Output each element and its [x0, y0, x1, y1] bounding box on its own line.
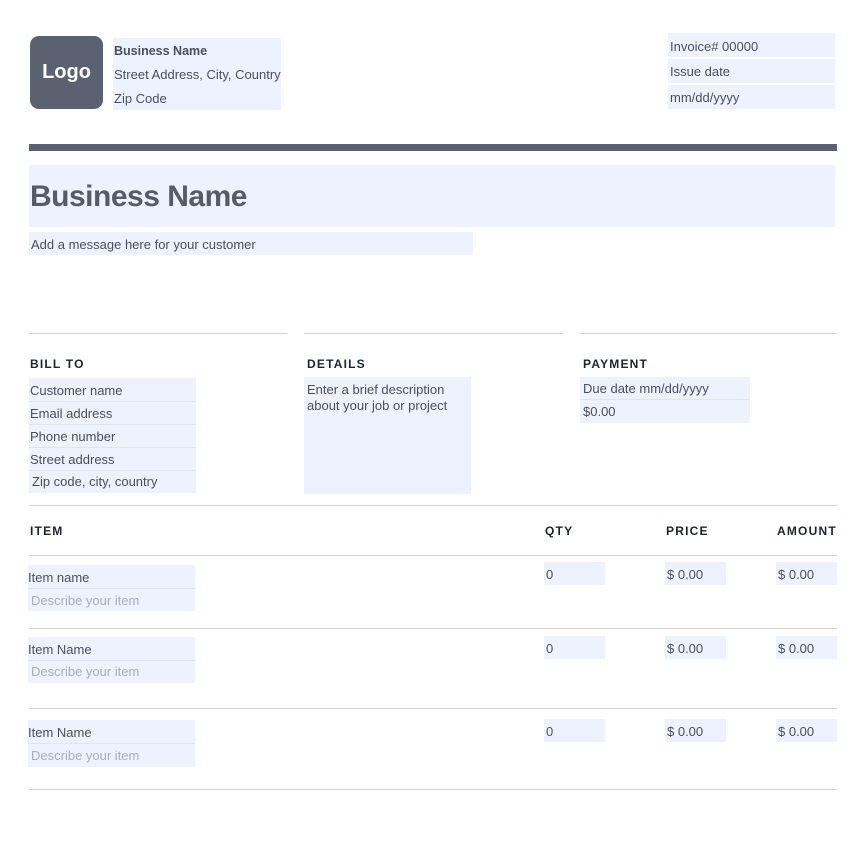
payment-rule	[580, 333, 837, 334]
item-amount: $ 0.00	[778, 567, 815, 582]
table-bottom-rule	[29, 789, 837, 790]
customer-phone: Phone number	[30, 429, 116, 444]
customer-email: Email address	[30, 406, 113, 421]
item-name: Item Name	[28, 725, 92, 740]
header-divider	[29, 144, 837, 151]
item-name: Item name	[28, 570, 90, 585]
page-title: Business Name	[30, 180, 247, 213]
divider	[29, 401, 196, 402]
divider	[28, 743, 195, 744]
divider	[28, 660, 195, 661]
item-description: Describe your item	[31, 748, 140, 763]
header-business-name: Business Name	[114, 44, 208, 58]
header-zip: Zip Code	[114, 91, 167, 106]
header-address: Street Address, City, Country	[114, 67, 281, 82]
bill-to-rule	[29, 333, 287, 334]
row-rule	[29, 708, 837, 709]
details-line-2: about your job or project	[307, 398, 448, 413]
item-qty: 0	[546, 724, 554, 739]
column-header-price: PRICE	[666, 524, 709, 538]
divider	[29, 447, 196, 448]
invoice-number: Invoice# 00000	[670, 39, 759, 54]
payment-due-date: Due date mm/dd/yyyy	[583, 381, 709, 396]
details-heading: DETAILS	[307, 357, 366, 371]
item-description: Describe your item	[31, 593, 140, 608]
customer-zip-city-country: Zip code, city, country	[32, 474, 158, 489]
divider	[580, 399, 750, 400]
item-description: Describe your item	[31, 664, 140, 679]
table-top-rule	[29, 505, 837, 506]
divider	[29, 424, 196, 425]
item-price: $ 0.00	[667, 641, 704, 656]
item-amount: $ 0.00	[778, 724, 815, 739]
item-amount: $ 0.00	[778, 641, 815, 656]
row-rule	[29, 628, 837, 629]
customer-name: Customer name	[30, 383, 123, 398]
details-rule	[304, 333, 563, 334]
column-header-amount: AMOUNT	[777, 524, 837, 538]
divider	[28, 588, 195, 589]
issue-date-value: mm/dd/yyyy	[670, 90, 740, 105]
payment-amount: $0.00	[583, 404, 616, 419]
customer-street: Street address	[30, 452, 115, 467]
bill-to-heading: BILL TO	[30, 357, 85, 371]
item-price: $ 0.00	[667, 724, 704, 739]
table-header-rule	[29, 555, 837, 556]
column-header-qty: QTY	[545, 524, 574, 538]
issue-date-label: Issue date	[670, 64, 730, 79]
item-price: $ 0.00	[667, 567, 704, 582]
item-name: Item Name	[28, 642, 92, 657]
details-line-1: Enter a brief description	[307, 382, 445, 397]
divider	[29, 470, 196, 471]
payment-heading: PAYMENT	[583, 357, 649, 371]
item-qty: 0	[546, 641, 554, 656]
logo: Logo	[30, 36, 103, 109]
column-header-item: ITEM	[30, 524, 64, 538]
item-qty: 0	[546, 567, 554, 582]
customer-message: Add a message here for your customer	[31, 237, 256, 252]
